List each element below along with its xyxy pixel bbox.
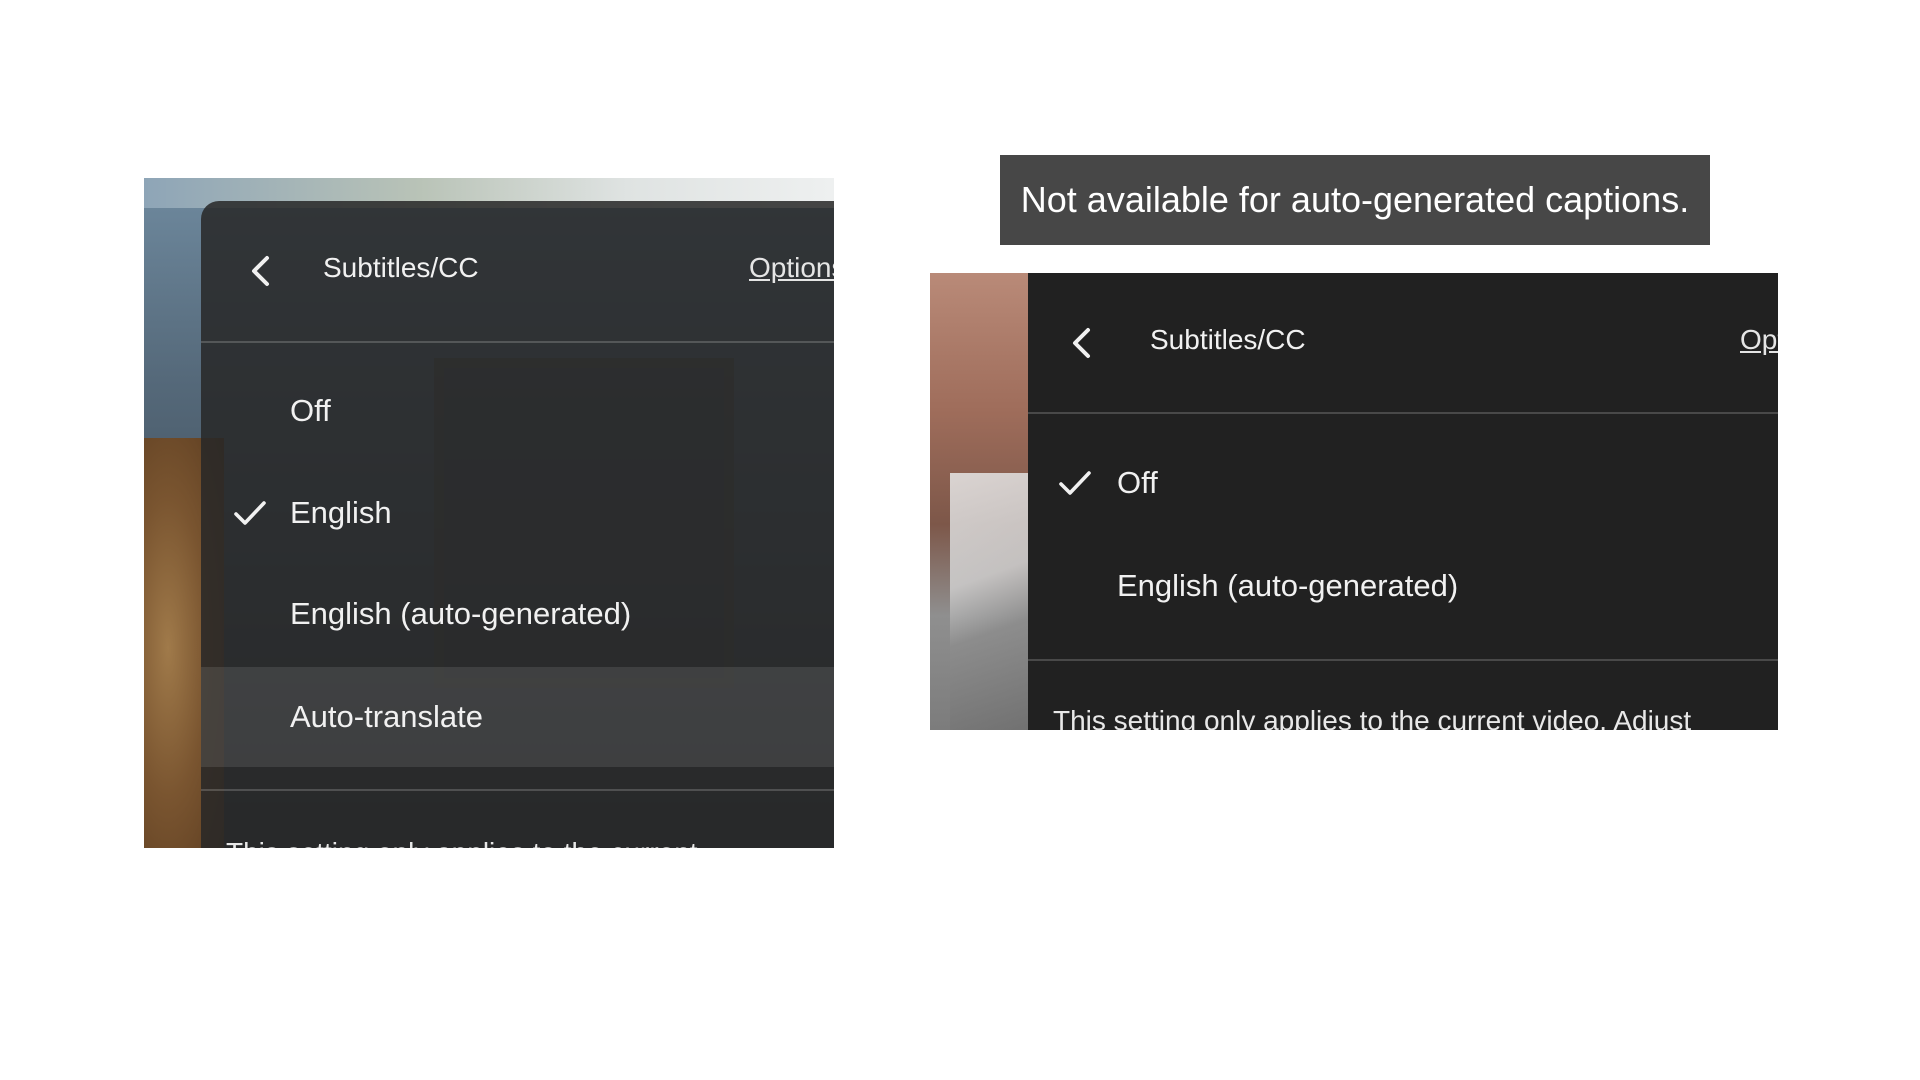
setting-footnote: This setting only applies to the current… [1053,705,1692,730]
menu-item-label: English (auto-generated) [290,596,632,631]
panel-title: Subtitles/CC [323,252,479,283]
footer-divider [201,789,834,791]
unavailable-tooltip: Not available for auto-generated caption… [1000,155,1710,245]
back-button[interactable] [1060,321,1104,365]
menu-item-label: Off [1117,465,1158,500]
panel-title: Subtitles/CC [1150,324,1306,355]
footer-divider [1028,659,1778,661]
menu-item-off[interactable]: Off [201,361,834,461]
tooltip-text: Not available for auto-generated caption… [1020,179,1690,220]
panel-header: Subtitles/CC Options [201,201,834,341]
menu-item-english-auto-generated[interactable]: English (auto-generated) [201,564,834,664]
options-link[interactable]: Options [1740,324,1778,356]
subtitles-menu-panel: Subtitles/CC Options Off English (auto-g… [1028,273,1778,730]
menu-item-label: Auto-translate [290,699,483,734]
check-icon [1059,471,1091,495]
menu-item-english[interactable]: English [201,463,834,563]
panel-header: Subtitles/CC Options [1028,273,1778,413]
header-divider [1028,412,1778,414]
menu-item-english-auto-generated[interactable]: English (auto-generated) [1028,536,1778,636]
menu-item-label: Off [290,393,331,428]
back-button[interactable] [239,249,283,293]
options-link[interactable]: Options [749,252,834,284]
subtitles-menu-panel: Subtitles/CC Options Off English English… [201,201,834,848]
menu-item-label: English [290,495,392,530]
right-screenshot: Subtitles/CC Options Off English (auto-g… [930,273,1778,730]
chevron-left-icon [252,256,269,286]
video-background-shirt [950,473,1040,730]
menu-item-label: English (auto-generated) [1117,568,1459,603]
chevron-left-icon [1073,328,1090,358]
check-icon [234,501,266,525]
menu-item-auto-translate[interactable]: Auto-translate [201,667,834,767]
menu-item-off[interactable]: Off [1028,433,1778,533]
left-screenshot: Subtitles/CC Options Off English English… [144,178,834,848]
setting-footnote: This setting only applies to the current [226,837,698,848]
header-divider [201,341,834,343]
